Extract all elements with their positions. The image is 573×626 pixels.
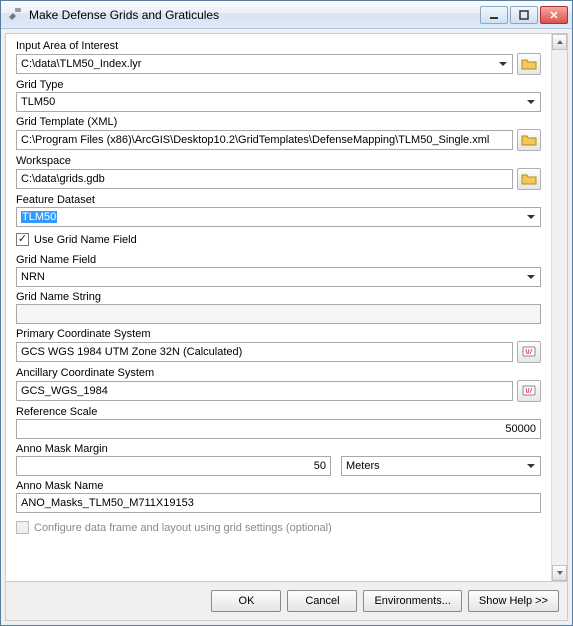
dialog-footer: OK Cancel Environments... Show Help >> [6,581,567,620]
use-grid-name-checkbox[interactable] [16,233,29,246]
ancillary-cs-properties-button[interactable] [517,380,541,402]
vertical-scrollbar[interactable] [551,34,567,581]
configure-df-checkbox [16,521,29,534]
chevron-down-icon [523,210,538,225]
browse-input-area-button[interactable] [517,53,541,75]
grid-template-input[interactable] [16,130,513,150]
anno-mask-margin-unit-select[interactable]: Meters [341,456,541,476]
grid-type-select[interactable]: TLM50 [16,92,541,112]
grid-name-string-label: Grid Name String [16,291,541,303]
environments-button[interactable]: Environments... [363,590,461,612]
reference-scale-input[interactable] [16,419,541,439]
workspace-label: Workspace [16,155,541,167]
feature-dataset-value: TLM50 [21,211,57,223]
grid-name-field-value: NRN [21,271,45,283]
anno-mask-margin-unit-value: Meters [346,460,380,472]
anno-mask-name-label: Anno Mask Name [16,480,541,492]
scroll-down-arrow-icon[interactable] [552,565,567,581]
configure-df-label: Configure data frame and layout using gr… [34,522,332,534]
feature-dataset-select[interactable]: TLM50 [16,207,541,227]
input-area-label: Input Area of Interest [16,40,541,52]
content-panel: Input Area of Interest C:\data\TLM50_Ind… [5,33,568,621]
ancillary-cs-input[interactable] [16,381,513,401]
workspace-input[interactable] [16,169,513,189]
scroll-up-arrow-icon[interactable] [552,34,567,50]
input-area-select[interactable]: C:\data\TLM50_Index.lyr [16,54,513,74]
primary-cs-label: Primary Coordinate System [16,328,541,340]
hammer-icon [7,7,23,23]
browse-workspace-button[interactable] [517,168,541,190]
primary-cs-properties-button[interactable] [517,341,541,363]
ok-button[interactable]: OK [211,590,281,612]
window-title: Make Defense Grids and Graticules [29,8,480,22]
chevron-down-icon [523,95,538,110]
minimize-button[interactable] [480,6,508,24]
grid-name-string-input[interactable] [16,304,541,324]
chevron-down-icon [495,57,510,72]
close-button[interactable] [540,6,568,24]
chevron-down-icon [523,270,538,285]
browse-grid-template-button[interactable] [517,129,541,151]
use-grid-name-label: Use Grid Name Field [34,234,137,246]
geoprocessing-dialog: Make Defense Grids and Graticules Input … [0,0,573,626]
anno-mask-margin-label: Anno Mask Margin [16,443,541,455]
grid-name-field-select[interactable]: NRN [16,267,541,287]
titlebar: Make Defense Grids and Graticules [1,1,572,29]
anno-mask-name-input[interactable] [16,493,541,513]
ancillary-cs-label: Ancillary Coordinate System [16,367,541,379]
scroll-track[interactable] [552,50,567,565]
grid-name-field-label: Grid Name Field [16,254,541,266]
anno-mask-margin-input[interactable] [16,456,331,476]
grid-type-label: Grid Type [16,79,541,91]
grid-type-value: TLM50 [21,96,55,108]
cancel-button[interactable]: Cancel [287,590,357,612]
feature-dataset-label: Feature Dataset [16,194,541,206]
primary-cs-input[interactable] [16,342,513,362]
chevron-down-icon [523,459,538,474]
show-help-button[interactable]: Show Help >> [468,590,559,612]
scroll-area: Input Area of Interest C:\data\TLM50_Ind… [6,34,567,581]
form-pane: Input Area of Interest C:\data\TLM50_Ind… [6,34,551,581]
input-area-value: C:\data\TLM50_Index.lyr [21,58,141,70]
grid-template-label: Grid Template (XML) [16,116,541,128]
maximize-button[interactable] [510,6,538,24]
window-buttons [480,6,568,24]
reference-scale-label: Reference Scale [16,406,541,418]
